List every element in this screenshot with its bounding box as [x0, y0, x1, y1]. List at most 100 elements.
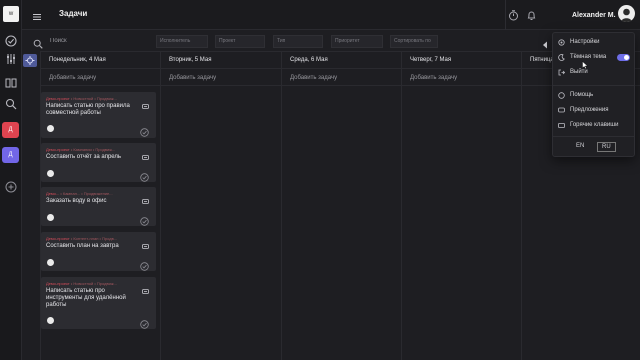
- task-card[interactable]: Демо... • Кампан... • Продвижение... Зак…: [41, 187, 156, 226]
- user-avatar[interactable]: [618, 5, 635, 22]
- board-settings-icon[interactable]: [23, 54, 37, 67]
- column-day-title: Четверг, 7 Мая: [410, 57, 452, 63]
- task-title: Заказать воду в офис: [46, 198, 107, 204]
- assignee-filter[interactable]: Исполнитель: [156, 35, 208, 48]
- assignee-avatar[interactable]: [47, 170, 54, 177]
- add-task-button[interactable]: Добавить задачу: [410, 75, 457, 81]
- top-header: Задачи Alexander M.: [22, 0, 640, 30]
- column-day-title: Вторник, 5 Мая: [169, 57, 212, 63]
- add-project-icon[interactable]: [5, 180, 17, 193]
- task-title: Написать статью про инструменты для удал…: [46, 288, 126, 308]
- task-title: Написать статью про правила совместной р…: [46, 103, 130, 116]
- header-divider: [505, 0, 506, 30]
- task-crumb-path: • Кампан... • Продвижение...: [59, 191, 113, 196]
- tag-icon[interactable]: [142, 191, 149, 204]
- task-project[interactable]: Демо-проект: [46, 147, 70, 152]
- task-card[interactable]: Демо-проект • Новостной • Продвиж... Нап…: [41, 92, 156, 138]
- task-card[interactable]: Демо-проект • Новостной • Продвиж... Нап…: [41, 277, 156, 329]
- task-breadcrumb: Демо... • Кампан... • Продвижение...: [46, 191, 134, 196]
- type-filter[interactable]: Тип: [273, 35, 323, 48]
- complete-check-icon[interactable]: [140, 169, 149, 182]
- chat-icon: [558, 107, 565, 114]
- column-day-title: Среда, 6 Мая: [290, 57, 328, 63]
- dark-theme-toggle[interactable]: [617, 54, 630, 61]
- bell-icon[interactable]: [526, 8, 537, 20]
- task-crumb-path: • Новостной • Продвиж...: [69, 96, 117, 101]
- add-task-button[interactable]: Добавить задачу: [169, 75, 216, 81]
- search-input[interactable]: [50, 35, 130, 47]
- menu-item-help[interactable]: Помощь: [558, 91, 632, 101]
- assignee-avatar[interactable]: [47, 317, 54, 324]
- tag-icon[interactable]: [142, 96, 149, 109]
- complete-check-icon[interactable]: [140, 213, 149, 226]
- menu-item-suggestions[interactable]: Предложения: [558, 106, 632, 116]
- menu-divider: [553, 136, 634, 137]
- filters-sliders-icon[interactable]: [5, 52, 17, 64]
- project-avatar-2[interactable]: Д: [2, 147, 19, 163]
- task-breadcrumb: Демо-проект • Контент-план • Продв...: [46, 236, 134, 241]
- menu-item-label: Тёмная тема: [570, 54, 607, 60]
- logout-icon: [558, 69, 566, 76]
- assignee-avatar[interactable]: [47, 214, 54, 221]
- filter-bar: Исполнитель Проект Тип Приоритет Сортиро…: [22, 31, 640, 51]
- task-crumb-path: • Новостной • Продвиж...: [69, 281, 117, 286]
- tasks-check-icon[interactable]: [5, 34, 17, 47]
- menu-item-label: Выйти: [570, 69, 588, 75]
- user-name[interactable]: Alexander M.: [572, 12, 616, 19]
- app-logo[interactable]: w: [3, 6, 19, 22]
- project-avatar-1[interactable]: Д: [2, 122, 19, 138]
- lang-en-button[interactable]: EN: [576, 143, 584, 149]
- task-card[interactable]: Демо-проект • Кампании • Продвиж... Сост…: [41, 143, 156, 182]
- menu-item-label: Горячие клавиши: [570, 122, 619, 128]
- complete-check-icon[interactable]: [140, 258, 149, 271]
- tag-icon[interactable]: [142, 236, 149, 249]
- user-dropdown-menu: Настройки Тёмная тема Выйти Помощь Предл…: [552, 32, 635, 157]
- day-column: Среда, 6 Мая Добавить задачу: [282, 51, 402, 360]
- menu-item-logout[interactable]: Выйти: [558, 68, 632, 78]
- task-breadcrumb: Демо-проект • Кампании • Продвиж...: [46, 147, 134, 152]
- project-filter[interactable]: Проект: [215, 35, 265, 48]
- task-crumb-path: • Контент-план • Продв...: [69, 236, 118, 241]
- lang-ru-button[interactable]: RU: [597, 142, 616, 152]
- board-side-column: [22, 51, 41, 360]
- tag-icon[interactable]: [142, 147, 149, 160]
- menu-item-label: Помощь: [570, 92, 594, 98]
- complete-check-icon[interactable]: [140, 316, 149, 329]
- task-project[interactable]: Демо-проект: [46, 236, 70, 241]
- chevron-left-icon[interactable]: [542, 36, 548, 49]
- task-breadcrumb: Демо-проект • Новостной • Продвиж...: [46, 281, 134, 286]
- column-day-title: Пятница: [530, 57, 554, 63]
- add-task-button[interactable]: Добавить задачу: [290, 75, 337, 81]
- menu-item-hotkeys[interactable]: Горячие клавиши: [558, 121, 632, 131]
- add-task-button[interactable]: Добавить задачу: [49, 75, 96, 81]
- day-column: Вторник, 5 Мая Добавить задачу: [161, 51, 282, 360]
- assignee-avatar[interactable]: [47, 125, 54, 132]
- sort-select[interactable]: Сортировать по: [390, 35, 438, 48]
- task-project[interactable]: Демо-проект: [46, 96, 70, 101]
- page-title: Задачи: [59, 9, 88, 18]
- assignee-avatar[interactable]: [47, 259, 54, 266]
- timer-icon[interactable]: [508, 8, 519, 21]
- help-icon: [558, 92, 565, 99]
- menu-item-settings[interactable]: Настройки: [558, 38, 632, 48]
- priority-filter[interactable]: Приоритет: [331, 35, 383, 48]
- task-card[interactable]: Демо-проект • Контент-план • Продв... Со…: [41, 232, 156, 271]
- day-column: Четверг, 7 Мая Добавить задачу: [402, 51, 522, 360]
- left-rail: w Д Д: [0, 0, 22, 360]
- book-icon[interactable]: [5, 76, 17, 88]
- menu-divider: [553, 85, 634, 86]
- search-icon[interactable]: [5, 97, 17, 110]
- mouse-cursor-icon: [582, 56, 589, 70]
- search-icon[interactable]: [33, 36, 43, 49]
- keyboard-icon: [558, 122, 565, 129]
- moon-icon: [558, 54, 565, 61]
- menu-hamburger-icon[interactable]: [32, 9, 42, 20]
- task-crumb-path: • Кампании • Продвиж...: [69, 147, 116, 152]
- tag-icon[interactable]: [142, 281, 149, 294]
- task-project[interactable]: Демо...: [46, 191, 59, 196]
- task-project[interactable]: Демо-проект: [46, 281, 70, 286]
- gear-icon: [558, 39, 565, 46]
- complete-check-icon[interactable]: [140, 124, 149, 137]
- menu-item-label: Предложения: [570, 107, 609, 113]
- task-title: Составить план на завтра: [46, 243, 119, 249]
